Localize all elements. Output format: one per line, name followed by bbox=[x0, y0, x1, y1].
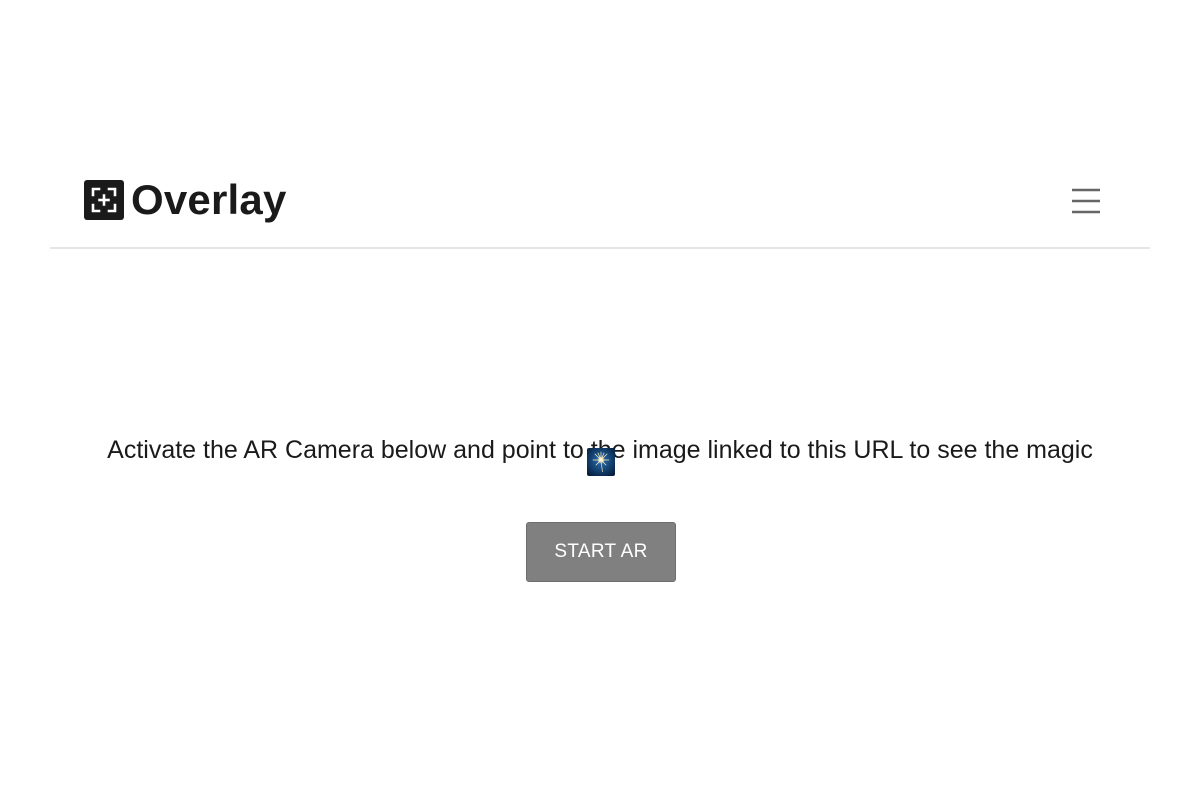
start-ar-button[interactable]: START AR bbox=[526, 522, 676, 582]
site-header: Overlay bbox=[50, 160, 1150, 249]
brand-link[interactable]: Overlay bbox=[84, 176, 287, 224]
menu-button[interactable] bbox=[1070, 186, 1102, 216]
page: Overlay Activate the AR Camera below and… bbox=[0, 0, 1200, 800]
brand-name: Overlay bbox=[131, 176, 287, 223]
target-image-thumbnail[interactable] bbox=[587, 448, 615, 476]
ar-scan-frame-icon bbox=[84, 180, 124, 220]
hamburger-menu-icon bbox=[1072, 188, 1100, 214]
